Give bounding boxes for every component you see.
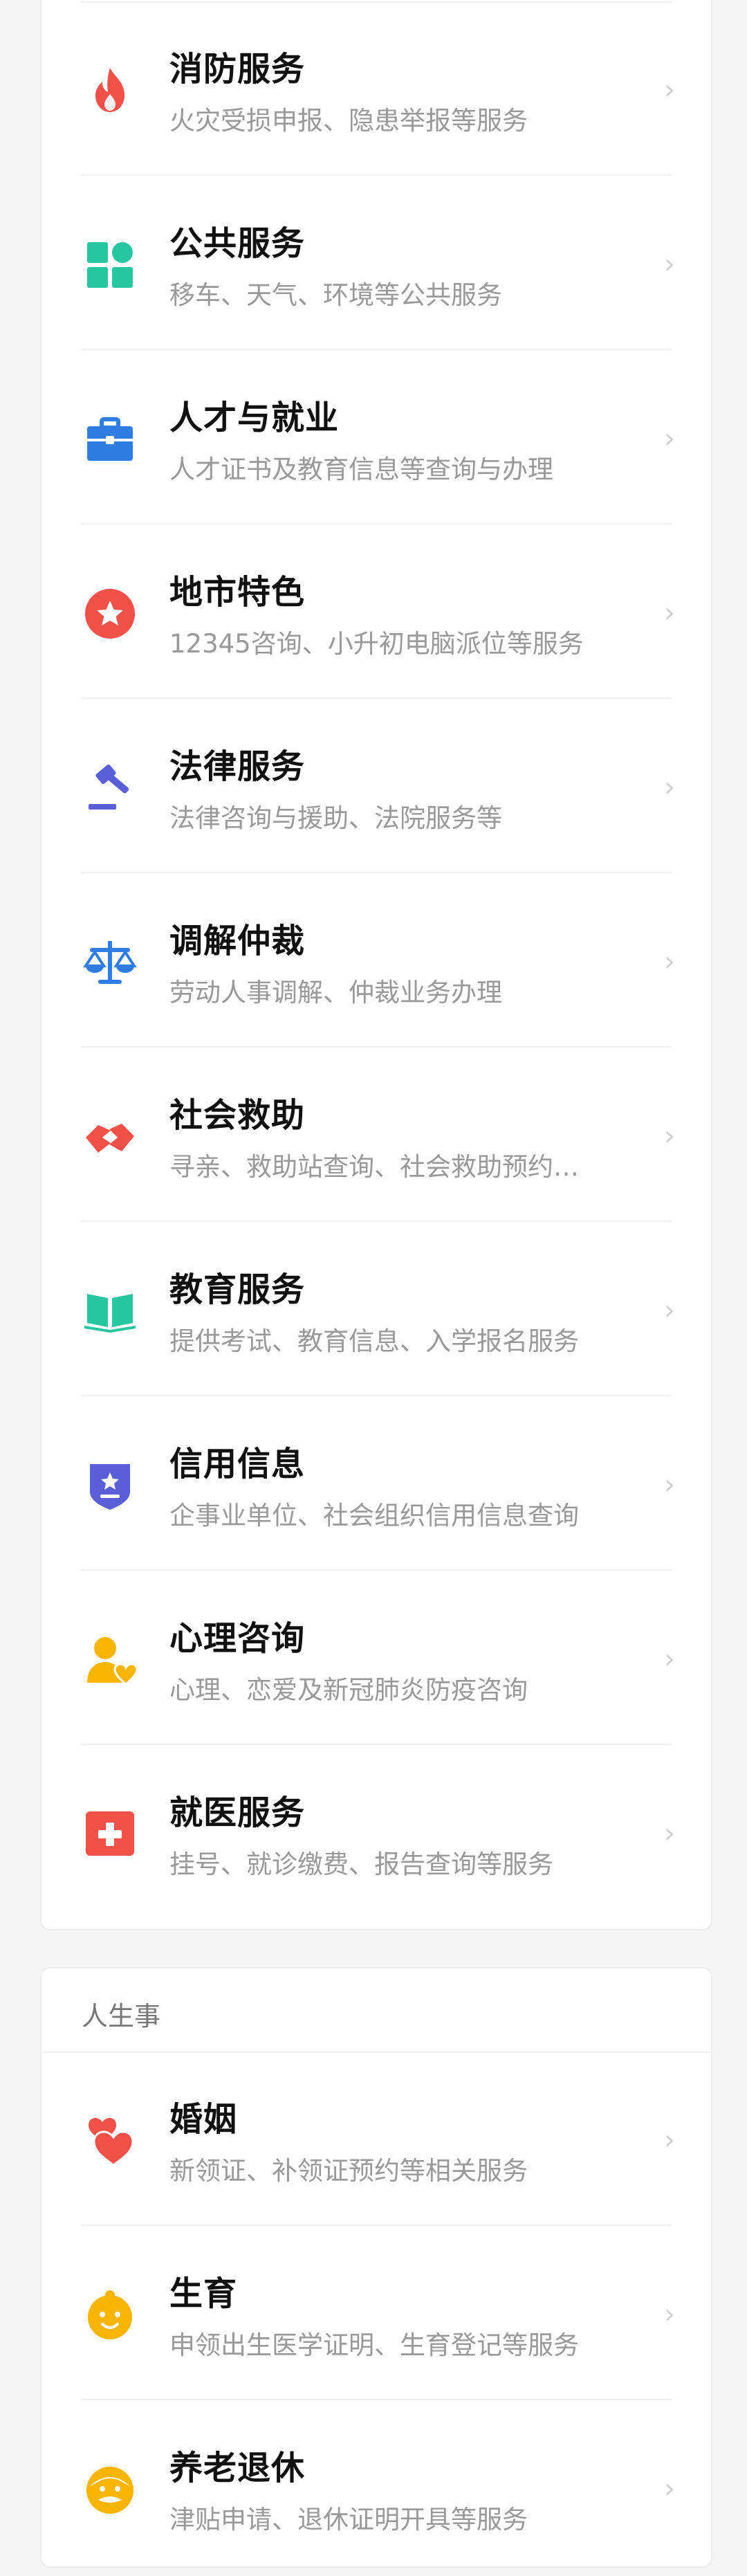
life-item-title: 生育: [169, 2274, 238, 2313]
life-item-retirement[interactable]: 养老退休 津贴申请、退休证明开具等服务 ›: [42, 2400, 711, 2575]
flame-icon: [83, 64, 137, 118]
life-item-birth[interactable]: 生育 申领出生医学证明、生育登记等服务 ›: [42, 2226, 711, 2400]
chevron-right-icon: ›: [664, 248, 675, 280]
service-description: 心理、恋爱及新冠肺炎防疫咨询: [169, 1675, 528, 1705]
life-events-card: 人生事 婚姻 新领证、补领证预约等相关服务 › 生育 申领出生医学证明、生育登记…: [40, 1967, 712, 2568]
chevron-right-icon: ›: [664, 74, 675, 106]
chevron-right-icon: ›: [664, 1818, 675, 1849]
service-item-mediation[interactable]: 调解仲裁 劳动人事调解、仲裁业务办理 ›: [42, 873, 711, 1048]
chevron-right-icon: ›: [664, 2473, 675, 2505]
star-badge-icon: [83, 587, 137, 641]
service-title: 法律服务: [169, 747, 306, 786]
life-item-title: 婚姻: [169, 2100, 238, 2139]
chevron-right-icon: ›: [664, 423, 675, 455]
chevron-right-icon: ›: [664, 771, 675, 803]
life-item-description: 津贴申请、退休证明开具等服务: [169, 2505, 528, 2534]
chevron-right-icon: ›: [664, 2124, 675, 2156]
service-description: 火灾受损申报、隐患举报等服务: [169, 106, 528, 136]
baby-face-icon: [83, 2288, 137, 2342]
service-title: 人才与就业: [169, 399, 340, 437]
service-item-talent[interactable]: 人才与就业 人才证书及教育信息等查询与办理 ›: [42, 350, 711, 524]
service-item-public[interactable]: 公共服务 移车、天气、环境等公共服务 ›: [42, 176, 711, 350]
service-description: 寻亲、救助站查询、社会救助预约…: [169, 1152, 579, 1182]
services-card: 消防服务 火灾受损申报、隐患举报等服务 › 公共服务 移车、天气、环境等公共服务…: [40, 0, 712, 1930]
service-item-fire[interactable]: 消防服务 火灾受损申报、隐患举报等服务 ›: [42, 1, 711, 176]
service-title: 心理咨询: [169, 1619, 306, 1658]
chevron-right-icon: ›: [664, 1120, 675, 1152]
service-description: 提供考试、教育信息、入学报名服务: [169, 1326, 579, 1356]
chevron-right-icon: ›: [664, 597, 675, 629]
chevron-right-icon: ›: [664, 946, 675, 978]
service-item-law[interactable]: 法律服务 法律咨询与援助、法院服务等 ›: [42, 699, 711, 873]
service-title: 社会救助: [169, 1096, 306, 1135]
chevron-right-icon: ›: [664, 1295, 675, 1326]
service-title: 调解仲裁: [169, 922, 306, 960]
scales-icon: [83, 935, 137, 989]
service-item-local[interactable]: 地市特色 12345咨询、小升初电脑派位等服务 ›: [42, 524, 711, 699]
service-item-psychology[interactable]: 心理咨询 心理、恋爱及新冠肺炎防疫咨询 ›: [42, 1571, 711, 1745]
person-heart-icon: [83, 1633, 137, 1687]
grid-blocks-icon: [83, 238, 137, 292]
service-title: 就医服务: [169, 1793, 306, 1832]
briefcase-icon: [83, 412, 137, 466]
service-description: 企事业单位、社会组织信用信息查询: [169, 1501, 579, 1531]
service-title: 地市特色: [169, 573, 306, 612]
service-description: 挂号、就诊缴费、报告查询等服务: [169, 1849, 553, 1879]
chevron-right-icon: ›: [664, 2299, 675, 2330]
chevron-right-icon: ›: [664, 1643, 675, 1675]
service-description: 法律咨询与援助、法院服务等: [169, 803, 502, 833]
service-description: 劳动人事调解、仲裁业务办理: [169, 978, 502, 1007]
section-header: 人生事: [42, 1968, 711, 2053]
elder-face-icon: [83, 2463, 137, 2516]
service-description: 人才证书及教育信息等查询与办理: [169, 455, 553, 484]
service-description: 移车、天气、环境等公共服务: [169, 280, 502, 310]
service-item-education[interactable]: 教育服务 提供考试、教育信息、入学报名服务 ›: [42, 1222, 711, 1396]
life-item-description: 申领出生医学证明、生育登记等服务: [169, 2330, 579, 2360]
book-icon: [83, 1284, 137, 1338]
gavel-icon: [83, 761, 137, 815]
life-item-description: 新领证、补领证预约等相关服务: [169, 2156, 528, 2186]
medical-cross-icon: [83, 1807, 137, 1861]
service-description: 12345咨询、小升初电脑派位等服务: [169, 629, 584, 659]
life-item-title: 养老退休: [169, 2449, 306, 2487]
service-item-medical[interactable]: 就医服务 挂号、就诊缴费、报告查询等服务 ›: [42, 1745, 711, 1919]
life-item-marriage[interactable]: 婚姻 新领证、补领证预约等相关服务 ›: [42, 2052, 711, 2226]
double-heart-icon: [83, 2114, 137, 2168]
service-title: 公共服务: [169, 224, 306, 263]
section-title: 人生事: [82, 2001, 161, 2031]
service-title: 信用信息: [169, 1445, 306, 1483]
chevron-right-icon: ›: [664, 1469, 675, 1501]
service-item-social-aid[interactable]: 社会救助 寻亲、救助站查询、社会救助预约… ›: [42, 1048, 711, 1222]
service-item-credit[interactable]: 信用信息 企事业单位、社会组织信用信息查询 ›: [42, 1396, 711, 1571]
handshake-icon: [83, 1110, 137, 1164]
credit-shield-icon: [83, 1459, 137, 1513]
service-title: 消防服务: [169, 50, 306, 89]
service-title: 教育服务: [169, 1270, 306, 1309]
